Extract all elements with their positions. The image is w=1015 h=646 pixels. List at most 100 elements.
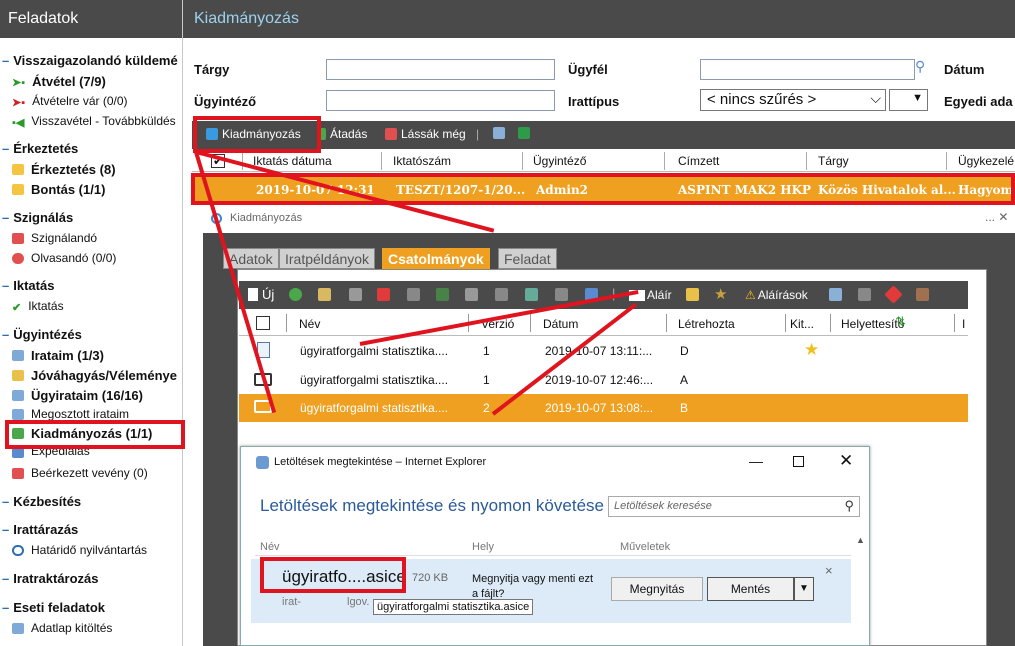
ugyintezo-input[interactable] [326,90,555,111]
section-szignalas[interactable]: – Szignálás [2,210,73,225]
arrow-left-icon: ▪◀ [12,116,25,129]
save-button[interactable]: Mentés [707,577,794,601]
attachments-select-all[interactable] [256,316,270,330]
sidebar: Feladatok – Visszaigazolandó küldemé ➤▪ Át… [0,0,183,646]
grid-icon[interactable] [495,288,508,301]
envelope-open-icon [12,184,24,195]
col-nev[interactable]: Név [299,317,320,331]
refresh-icon[interactable]: ⇅ [895,314,906,330]
col-ugykezelo[interactable]: Ügykezelé [958,154,1014,168]
tab-feladat[interactable]: Feladat [498,248,557,269]
sidebar-item-olvasando[interactable]: Olvasandó (0/0) [12,251,116,265]
col-extra[interactable]: I [962,317,965,331]
sidebar-item-atvetel[interactable]: ➤▪ Átvétel (7/9) [12,74,106,89]
sidebar-item-bontas[interactable]: Bontás (1/1) [12,182,105,197]
alairasok-button[interactable]: ⚠ Aláírások [745,288,808,302]
section-kezbesites[interactable]: – Kézbesítés [2,494,81,509]
mail-icon[interactable] [465,288,478,301]
ie-window-title: Letöltések megtekintése – Internet Explo… [274,456,487,468]
folder-icon [12,390,24,401]
open-button[interactable]: Megnyitás [611,577,703,601]
section-irattarazas[interactable]: – Irattárazás [2,522,78,537]
excel-button[interactable] [518,127,534,139]
close-button[interactable]: ✕ [839,451,853,471]
section-erkeztetes[interactable]: – Érkeztetés [2,141,78,156]
tab-csatolmanyok[interactable]: Csatolmányok [382,248,490,269]
col-location: Hely [472,541,495,553]
chevron-down-icon: ▼ [912,92,923,104]
sidebar-item-ugyirataim[interactable]: Ügyirataim (16/16) [12,388,143,403]
dismiss-download-button[interactable]: × [825,563,833,578]
delete-icon[interactable] [377,288,390,301]
col-kit[interactable]: Kit... [790,317,814,331]
file-tooltip: ügyiratforgalmi statisztika.asice [373,599,534,615]
sidebar-item-adatlap[interactable]: Adatlap kitöltés [12,621,112,635]
col-ugyintezo[interactable]: Ügyintéző [533,154,586,168]
maximize-button[interactable] [793,456,804,467]
archive-icon[interactable] [916,288,929,301]
ie-downloads-icon [256,456,269,469]
ugyfel-input[interactable] [700,59,915,80]
edit-icon[interactable] [349,288,362,301]
table-row-selected[interactable]: ügyiratforgalmi statisztika.... 2 2019-1… [239,394,968,422]
eye-icon [385,128,397,140]
table-row[interactable]: ügyiratforgalmi statisztika.... 1 2019-1… [239,366,968,394]
download-message: Megnyitja vagy menti ezt a fájlt? [472,573,594,600]
sidebar-item-jovahagyas[interactable]: Jóváhagyás/Véleménye [12,368,177,383]
lassak-button[interactable]: Lássák még [385,127,466,141]
share-icon[interactable] [436,288,449,301]
sidebar-title: Feladatok [0,0,182,38]
section-visszaigazolando[interactable]: – Visszaigazolandó küldemé [2,53,178,68]
col-datum[interactable]: Dátum [543,317,578,331]
section-eseti[interactable]: – Eseti feladatok [2,600,105,615]
section-iratraktarozas[interactable]: – Iratraktározás [2,571,99,586]
col-iktatas-datuma[interactable]: Iktatás dátuma [253,154,332,168]
person-search-icon[interactable]: ⚲ [915,58,933,78]
print-button[interactable] [493,127,509,139]
section-iktatas[interactable]: – Iktatás [2,278,54,293]
barcode-icon[interactable] [555,288,568,301]
new-button[interactable]: Új [248,287,274,302]
calendar-icon[interactable] [829,288,842,301]
save-dropdown-button[interactable]: ▼ [794,577,814,601]
sidebar-item-erkeztetes[interactable]: Érkeztetés (8) [12,162,116,177]
lock-icon[interactable] [858,288,871,301]
targy-input[interactable] [326,59,555,80]
approval-icon [12,370,24,381]
scan-icon[interactable] [318,288,331,301]
col-cimzett[interactable]: Címzett [678,154,719,168]
secondary-select[interactable]: ▼ [889,89,928,111]
section-ugyintezes[interactable]: – Ügyintézés [2,327,82,342]
tab-iratpeldanyok[interactable]: Iratpéldányok [279,248,376,269]
sidebar-item-szignalando[interactable]: Szignálandó [12,231,97,245]
col-letrehozta[interactable]: Létrehozta [678,317,735,331]
sidebar-item-visszavetel[interactable]: ▪◀ Visszavétel - Továbbküldés [12,114,176,129]
chevron-down-icon: ⌵ [870,90,881,106]
export-icon[interactable] [525,288,538,301]
col-targy[interactable]: Tárgy [818,154,849,168]
sidebar-item-hatarido[interactable]: Határidő nyilvántartás [12,543,147,557]
col-iktatoszam[interactable]: Iktatószám [393,154,451,168]
star-icon[interactable]: ★ [714,285,727,303]
download-icon[interactable] [289,288,302,301]
sidebar-item-irataim[interactable]: Irataim (1/3) [12,348,104,363]
minimize-button[interactable]: — [749,453,763,469]
irattipus-select[interactable]: < nincs szűrés > ⌵ [700,89,886,111]
table-row[interactable]: ügyiratforgalmi statisztika.... 1 2019-1… [239,337,968,365]
toolbar-separator: | [476,127,480,141]
downloads-search-input[interactable]: Letöltések keresése ⚲ [608,496,860,517]
row-version: 1 [483,373,490,387]
sidebar-item-megosztott[interactable]: Megosztott irataim [12,408,129,420]
atadas-button[interactable]: Átadás [320,127,367,141]
scroll-up-icon[interactable]: ▲ [856,535,865,545]
sidebar-item-beerkezett-veveny[interactable]: Beérkezett vevény (0) [12,466,148,480]
row-creator: B [680,401,689,415]
copy-icon[interactable] [407,288,420,301]
sidebar-item-atvetelre-var[interactable]: ➤▪ Átvételre vár (0/0) [12,94,128,109]
print-icon [493,127,505,139]
folder-sign-icon[interactable] [686,288,699,301]
read-icon [12,252,24,264]
sidebar-item-iktatas[interactable]: ✔ Iktatás [12,299,64,314]
filter-label-irattipus: Irattípus [568,94,620,109]
dialog-close-button[interactable]: ... ✕ [985,210,1008,224]
